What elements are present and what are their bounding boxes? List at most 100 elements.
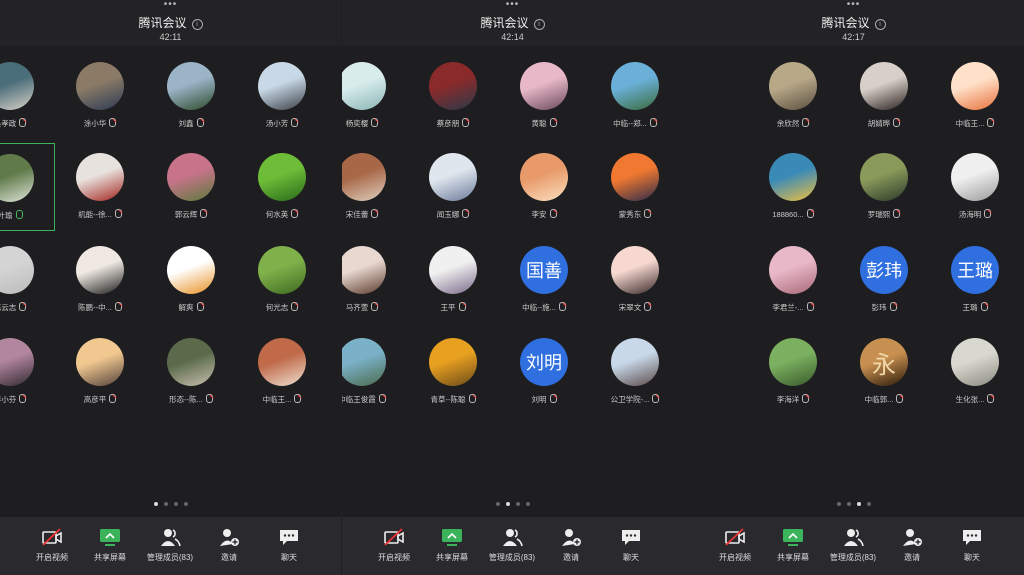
participant-tile[interactable]: 汤小芳 (237, 52, 327, 140)
participant-tile[interactable]: 李君兰-... (748, 236, 838, 324)
participant-tile[interactable]: 叶瑜 (0, 143, 55, 231)
participant-tile[interactable]: 涂小华 (55, 52, 145, 140)
participant-tile[interactable]: 王璐 王璐 (930, 236, 1020, 324)
participant-tile[interactable]: 吴孝政 (0, 52, 55, 140)
mic-button[interactable]: 音 (683, 527, 703, 563)
page-dot[interactable] (173, 502, 178, 506)
participant-tile[interactable]: 罗瑞熙 (839, 143, 929, 231)
participant-tile[interactable]: 形态--陈... (146, 328, 236, 416)
participant-tile[interactable]: 杨奕樱 (342, 52, 407, 140)
chat-button[interactable]: 聊天 (259, 527, 319, 563)
share-screen-icon (782, 527, 804, 547)
participant-name: 闻玉娜 (408, 209, 498, 220)
share-screen-button[interactable]: 共享屏幕 (80, 527, 140, 563)
participant-tile[interactable]: 汤海明 (930, 143, 1020, 231)
participant-tile[interactable]: 郭云辉 (146, 143, 236, 231)
video-off-button[interactable]: 开启视频 (364, 527, 424, 563)
toolbar-label: 共享屏幕 (94, 553, 126, 562)
participant-name: 王云霞 (328, 302, 341, 313)
mic-muted-icon (371, 302, 379, 311)
page-dot[interactable] (856, 502, 861, 506)
participant-tile[interactable]: 李小芬 (0, 328, 55, 416)
participant-avatar: 永 (860, 338, 908, 386)
video-off-button[interactable]: 开启视频 (22, 527, 82, 563)
video-off-icon (724, 527, 746, 547)
participant-tile[interactable]: 机能--徐... (55, 143, 145, 231)
participant-tile[interactable]: 陈鹏--中... (55, 236, 145, 324)
participant-avatar (342, 62, 386, 110)
participant-tile[interactable]: 中临王俊霞 (342, 328, 407, 416)
page-dot[interactable] (495, 502, 500, 506)
participant-tile[interactable]: 李哲 (328, 328, 341, 416)
participant-tile[interactable]: 陈云志 (0, 236, 55, 324)
participant-tile[interactable]: 中临--郑... (590, 52, 680, 140)
invite-button[interactable]: 邀请 (199, 527, 259, 563)
members-button[interactable]: 管理成员(83) (823, 527, 883, 563)
invite-button[interactable]: 邀请 (882, 527, 942, 563)
more-options-icon[interactable]: ••• (342, 0, 683, 10)
info-icon[interactable]: i (533, 19, 545, 30)
participant-tile[interactable]: 永中临郭... (839, 328, 929, 416)
participant-tile[interactable]: 生化张... (930, 328, 1020, 416)
participant-tile[interactable]: 彭玮 彭玮 (839, 236, 929, 324)
mic-button[interactable]: 音 (0, 527, 20, 563)
mic-button[interactable]: 音 (342, 527, 362, 563)
participant-tile[interactable]: 王平 (408, 236, 498, 324)
participant-tile[interactable]: 何光志 (237, 236, 327, 324)
info-icon[interactable]: i (191, 19, 203, 30)
participant-tile[interactable]: 刘鑫 (146, 52, 236, 140)
page-dot[interactable] (866, 502, 871, 506)
participant-tile[interactable]: 解爽 (146, 236, 236, 324)
page-dot[interactable] (183, 502, 188, 506)
participant-tile[interactable]: 高彦平 (55, 328, 145, 416)
video-off-button[interactable]: 开启视频 (705, 527, 765, 563)
participant-name-text: 汤海明 (958, 210, 982, 219)
participant-tile[interactable]: 李海洋 (748, 328, 838, 416)
meeting-timer: 42:11 (159, 32, 182, 42)
share-screen-button[interactable]: 共享屏幕 (763, 527, 823, 563)
members-button[interactable]: 管理成员(83) (140, 527, 200, 563)
participant-tile[interactable]: 宋翠文 (590, 236, 680, 324)
participant-tile[interactable]: 蒙秀东 (590, 143, 680, 231)
participant-tile[interactable]: 马齐萱 (342, 236, 407, 324)
participant-tile[interactable]: 国善 中临--施... (499, 236, 589, 324)
participant-tile[interactable]: 余欣然 (748, 52, 838, 140)
participant-name: 青草--陈聪 (408, 394, 498, 405)
share-screen-button[interactable]: 共享屏幕 (422, 527, 482, 563)
participant-avatar (258, 153, 306, 201)
top-bar: ••• 腾讯会议 i 42:17 (683, 0, 1024, 46)
page-dot[interactable] (505, 502, 510, 506)
participant-tile[interactable]: 兴辉基础--艾... (328, 143, 341, 231)
participant-tile[interactable]: 公卫学院-... (590, 328, 680, 416)
participant-tile[interactable]: 胡婧晔 (839, 52, 929, 140)
participant-tile[interactable]: 188860... (748, 143, 838, 231)
more-options-icon[interactable]: ••• (683, 0, 1024, 10)
page-dot[interactable] (846, 502, 851, 506)
participant-tile[interactable]: 李安 (499, 143, 589, 231)
participant-tile[interactable]: 何水英 (237, 143, 327, 231)
more-options-icon[interactable]: ••• (0, 0, 341, 10)
page-dot[interactable] (836, 502, 841, 506)
participant-tile[interactable]: 蔡彦朋 (408, 52, 498, 140)
participant-tile[interactable]: 黄聪 (499, 52, 589, 140)
toolbar-label: 聊天 (623, 553, 639, 562)
page-dot[interactable] (163, 502, 168, 506)
chat-button[interactable]: 聊天 (942, 527, 1002, 563)
page-dot[interactable] (515, 502, 520, 506)
participant-tile[interactable]: 宋佳蕾 (342, 143, 407, 231)
chat-button[interactable]: 聊天 (601, 527, 661, 563)
participant-tile[interactable]: 青草--陈聪 (408, 328, 498, 416)
mic-muted-icon (371, 209, 379, 218)
page-dot[interactable] (525, 502, 530, 506)
participant-tile[interactable]: 中临王... (237, 328, 327, 416)
participant-tile[interactable]: 刘德芳 (328, 52, 341, 140)
participant-tile[interactable]: 刘明 刘明 (499, 328, 589, 416)
page-dot[interactable] (153, 502, 158, 506)
invite-button[interactable]: 邀请 (541, 527, 601, 563)
participant-tile[interactable]: 云霞王云霞 (328, 236, 341, 324)
participant-tile[interactable]: 闻玉娜 (408, 143, 498, 231)
members-button[interactable]: 管理成员(83) (482, 527, 542, 563)
participant-avatar (429, 246, 477, 294)
participant-tile[interactable]: 中临王... (930, 52, 1020, 140)
info-icon[interactable]: i (874, 19, 886, 30)
